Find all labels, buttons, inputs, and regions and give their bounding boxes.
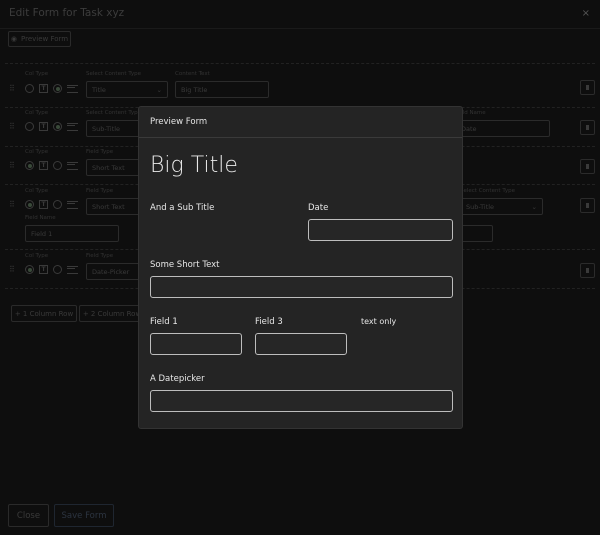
window-title: Edit Form for Task xyz <box>9 7 125 19</box>
lines-icon[interactable] <box>67 84 78 93</box>
content-type-select[interactable]: Title ⌄ <box>86 81 168 98</box>
close-icon[interactable]: × <box>582 8 590 19</box>
date-input[interactable] <box>308 219 453 241</box>
select-value: Title <box>92 85 106 94</box>
modal-title: Preview Form <box>139 107 462 138</box>
preview-big-title: Big Title <box>150 153 238 178</box>
short-text-label: Some Short Text <box>150 260 220 270</box>
text-icon[interactable]: T <box>39 200 48 209</box>
col-type-label: Col Type <box>25 253 49 259</box>
text-icon[interactable]: T <box>39 84 48 93</box>
input-value: Field 1 <box>31 229 53 238</box>
col-type-options[interactable]: T <box>25 200 78 209</box>
field-label: Field Name <box>25 215 56 221</box>
trash-icon[interactable] <box>580 80 595 95</box>
content-text-input[interactable]: Big Title <box>175 81 269 98</box>
add-2-column-row-button[interactable]: + 2 Column Row <box>79 305 145 322</box>
radio-icon[interactable] <box>53 265 62 274</box>
field1-input[interactable] <box>150 333 242 355</box>
field3-input[interactable] <box>255 333 347 355</box>
field-type-select[interactable]: Date-Picker <box>86 263 146 280</box>
lines-icon[interactable] <box>67 265 78 274</box>
drag-handle-icon[interactable]: ⠿ <box>9 84 15 93</box>
col-type-label: Col Type <box>25 188 49 194</box>
drag-handle-icon[interactable]: ⠿ <box>9 265 15 274</box>
field-type-select[interactable]: Short Text <box>86 198 146 215</box>
trash-icon[interactable] <box>580 263 595 278</box>
datepicker-label: A Datepicker <box>150 374 205 384</box>
field-label: Field Type <box>86 149 114 155</box>
field-label: Select Content Type <box>460 188 515 194</box>
trash-icon[interactable] <box>580 120 595 135</box>
trash-icon[interactable] <box>580 159 595 174</box>
input-value: Big Title <box>181 85 208 94</box>
preview-form-modal: Preview Form Big Title And a Sub Title D… <box>138 106 463 429</box>
field-name-input[interactable]: Date <box>455 120 550 137</box>
divider <box>0 28 600 29</box>
field1-label: Field 1 <box>150 317 178 327</box>
text-only: text only <box>361 317 397 326</box>
radio-selected-icon[interactable] <box>53 122 62 131</box>
radio-icon[interactable] <box>53 161 62 170</box>
radio-selected-icon[interactable] <box>25 200 34 209</box>
content-type-select[interactable]: Sub-Title <box>86 120 146 137</box>
lines-icon[interactable] <box>67 122 78 131</box>
field-label: Field Type <box>86 188 114 194</box>
col-type-label: Col Type <box>25 71 49 77</box>
content-type-select[interactable]: Sub-Title ⌄ <box>460 198 543 215</box>
lines-icon[interactable] <box>67 200 78 209</box>
chevron-down-icon: ⌄ <box>531 202 537 211</box>
select-value: Sub-Title <box>92 124 121 133</box>
add-1-column-row-button[interactable]: + 1 Column Row <box>11 305 77 322</box>
short-text-input[interactable] <box>150 276 453 298</box>
field-label: Select Content Type <box>86 71 141 77</box>
col-type-options[interactable]: T <box>25 84 78 93</box>
field-label: Select Content Type <box>86 110 141 116</box>
select-value: Short Text <box>92 163 125 172</box>
drag-handle-icon[interactable]: ⠿ <box>9 161 15 170</box>
radio-icon[interactable] <box>53 200 62 209</box>
divider <box>5 63 595 64</box>
drag-handle-icon[interactable]: ⠿ <box>9 200 15 209</box>
trash-icon[interactable] <box>580 198 595 213</box>
field-label: Field Type <box>86 253 114 259</box>
field-label: Content Text <box>175 71 210 77</box>
lines-icon[interactable] <box>67 161 78 170</box>
col-type-label: Col Type <box>25 149 49 155</box>
text-icon[interactable]: T <box>39 265 48 274</box>
preview-form-button[interactable]: ◉ Preview Form <box>8 31 71 47</box>
drag-handle-icon[interactable]: ⠿ <box>9 122 15 131</box>
select-value: Sub-Title <box>466 202 495 211</box>
save-form-button[interactable]: Save Form <box>54 504 114 527</box>
eye-icon: ◉ <box>10 35 17 43</box>
field-type-select[interactable]: Short Text <box>86 159 146 176</box>
col-type-options[interactable]: T <box>25 161 78 170</box>
radio-selected-icon[interactable] <box>25 265 34 274</box>
content-text-input[interactable] <box>460 225 493 242</box>
input-value: Date <box>461 124 477 133</box>
datepicker-input[interactable] <box>150 390 453 412</box>
select-value: Short Text <box>92 202 125 211</box>
text-icon[interactable]: T <box>39 161 48 170</box>
field-name-input[interactable]: Field 1 <box>25 225 119 242</box>
col-type-options[interactable]: T <box>25 122 78 131</box>
col-type-label: Col Type <box>25 110 49 116</box>
date-label: Date <box>308 203 329 213</box>
radio-icon[interactable] <box>25 122 34 131</box>
radio-selected-icon[interactable] <box>25 161 34 170</box>
field3-label: Field 3 <box>255 317 283 327</box>
radio-selected-icon[interactable] <box>53 84 62 93</box>
chevron-down-icon: ⌄ <box>156 85 162 94</box>
text-icon[interactable]: T <box>39 122 48 131</box>
preview-sub-title: And a Sub Title <box>150 203 215 213</box>
radio-icon[interactable] <box>25 84 34 93</box>
select-value: Date-Picker <box>92 267 130 276</box>
close-button[interactable]: Close <box>8 504 49 527</box>
col-type-options[interactable]: T <box>25 265 78 274</box>
